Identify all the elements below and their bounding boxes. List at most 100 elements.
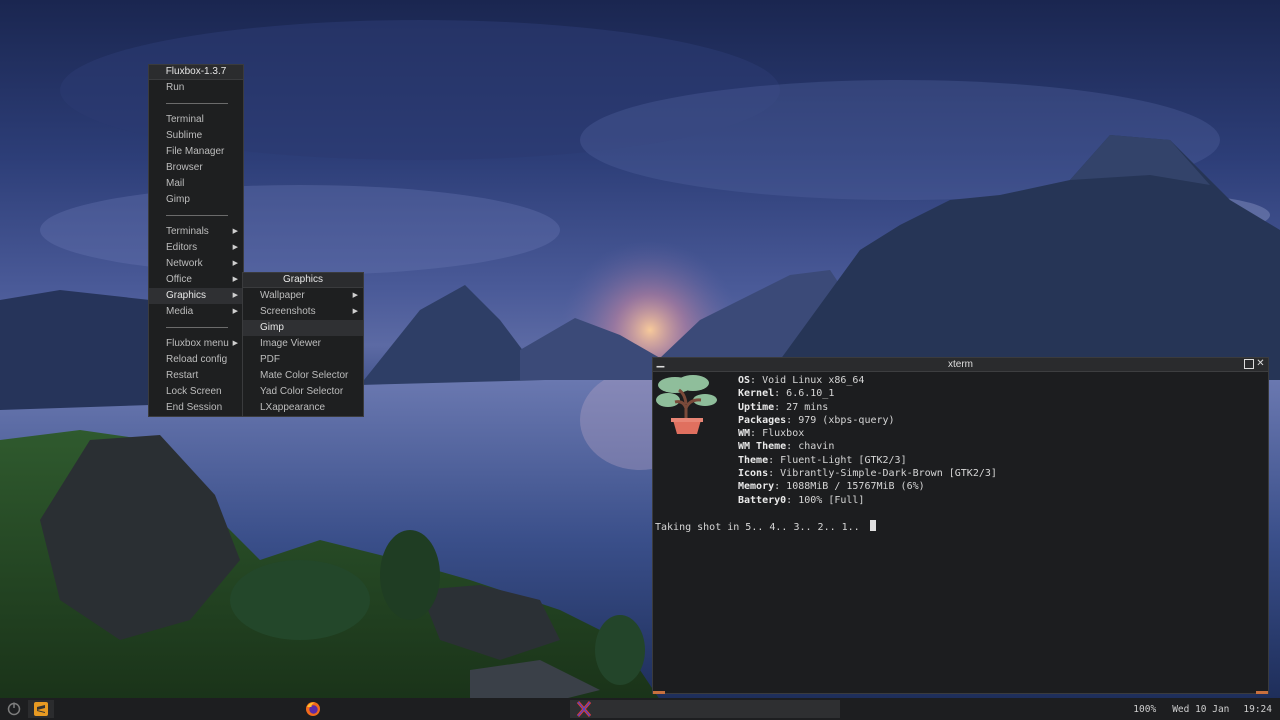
countdown-text: Taking shot in 5.. 4.. 3.. 2.. 1.. (655, 522, 866, 533)
graphics-menu-item-screenshots[interactable]: Screenshots ▶ (243, 304, 363, 320)
sysinfo-colon: : (786, 494, 799, 506)
menu-item-lock-screen[interactable]: Lock Screen (149, 384, 243, 400)
menu-separator (149, 208, 243, 224)
menu-item-mail[interactable]: Mail (149, 176, 243, 192)
sysinfo-line-icons: Icons: Vibrantly-Simple-Dark-Brown [GTK2… (738, 467, 997, 480)
power-icon[interactable] (5, 700, 23, 718)
menu-item-label: Lock Screen (166, 386, 222, 397)
sysinfo-line-wm: WM: Fluxbox (738, 427, 997, 440)
menu-item-label: File Manager (166, 146, 225, 157)
sysinfo-value: 1088MiB / 15767MiB (6%) (786, 481, 925, 493)
root-menu: Fluxbox-1.3.7 Run Terminal Sublime File Man… (148, 64, 244, 417)
taskbar: 100% Wed 10 Jan 19:24 (0, 698, 1280, 720)
close-icon[interactable]: ✕ (1256, 359, 1265, 369)
sublime-task-button[interactable] (28, 700, 54, 718)
sysinfo-key: OS (738, 375, 751, 386)
sysinfo-key: Icons (738, 468, 769, 480)
menu-item-label: Terminals (166, 226, 209, 237)
xterm-icon (576, 701, 592, 717)
menu-item-graphics[interactable]: Graphics ▶ (149, 288, 243, 304)
menu-item-label: Sublime (166, 130, 203, 141)
sysinfo-value: Fluxbox (762, 428, 805, 440)
sysinfo-line-battery0: Battery0: 100% [Full] (738, 494, 997, 507)
graphics-menu-item-gimp[interactable]: Gimp (243, 320, 363, 336)
menu-item-network[interactable]: Network ▶ (149, 256, 243, 272)
terminal-content[interactable]: OS: Void Linux x86_64 Kernel: 6.6.10_1 Upt… (655, 374, 1266, 689)
xterm-task-button[interactable] (570, 700, 840, 718)
firefox-task-button[interactable] (300, 700, 326, 718)
sysinfo-colon: : (786, 441, 799, 453)
sysinfo-colon: : (768, 468, 781, 480)
sysinfo-line-packages: Packages: 979 (xbps-query) (738, 414, 997, 427)
menu-item-file-manager[interactable]: File Manager (149, 144, 243, 160)
sysinfo-colon: : (768, 454, 781, 466)
graphics-menu-item-wallpaper[interactable]: Wallpaper ▶ (243, 288, 363, 304)
sysinfo-key: Battery0 (738, 494, 787, 506)
menu-item-editors[interactable]: Editors ▶ (149, 240, 243, 256)
sysinfo-value: chavin (798, 441, 835, 453)
menu-item-label: Mate Color Selector (260, 370, 349, 381)
graphics-menu-item-image-viewer[interactable]: Image Viewer (243, 336, 363, 352)
graphics-menu-item-mate-color-selector[interactable]: Mate Color Selector (243, 368, 363, 384)
menu-item-label: Reload config (166, 354, 228, 365)
sysinfo-key: Uptime (738, 401, 775, 413)
volume-level[interactable]: 100% (1133, 704, 1156, 715)
menu-item-run[interactable]: Run (149, 80, 243, 96)
sysinfo-colon: : (750, 428, 763, 440)
graphics-menu-item-yad-color-selector[interactable]: Yad Color Selector (243, 384, 363, 400)
sysinfo-key: Memory (738, 481, 775, 493)
menu-item-label: Gimp (260, 322, 284, 333)
sysinfo-colon: : (774, 388, 787, 400)
sysinfo-value: 979 (xbps-query) (798, 414, 895, 426)
menu-item-reload-config[interactable]: Reload config (149, 352, 243, 368)
menu-item-label: Yad Color Selector (260, 386, 344, 397)
menu-item-terminal[interactable]: Terminal (149, 112, 243, 128)
menu-item-terminals[interactable]: Terminals ▶ (149, 224, 243, 240)
menu-item-label: Terminal (166, 114, 204, 125)
sysinfo-line-kernel: Kernel: 6.6.10_1 (738, 387, 997, 400)
menu-item-label: Screenshots (260, 306, 316, 317)
menu-item-label: Image Viewer (260, 338, 321, 349)
menu-item-media[interactable]: Media ▶ (149, 304, 243, 320)
menu-item-label: Network (166, 258, 203, 269)
sysinfo-colon: : (786, 414, 799, 426)
submenu-arrow-icon: ▶ (232, 260, 238, 267)
sysinfo-value: 100% [Full] (798, 494, 865, 506)
menu-separator (149, 320, 243, 336)
graphics-menu-item-pdf[interactable]: PDF (243, 352, 363, 368)
menu-item-browser[interactable]: Browser (149, 160, 243, 176)
sysinfo-value: Vibrantly-Simple-Dark-Brown [GTK2/3] (780, 468, 997, 480)
menu-item-label: Graphics (166, 290, 207, 301)
graphics-submenu: Graphics Wallpaper ▶ Screenshots ▶ Gimp Image… (242, 272, 364, 417)
resize-handle-right[interactable] (1256, 691, 1268, 694)
root-menu-title: Fluxbox-1.3.7 (149, 65, 243, 80)
maximize-icon[interactable] (1244, 359, 1254, 369)
window-menu-icon[interactable]: ▁ (656, 358, 665, 368)
sysinfo-key: WM (738, 428, 751, 440)
terminal-prompt-line: Taking shot in 5.. 4.. 3.. 2.. 1.. (655, 520, 876, 533)
menu-item-fluxbox-menu[interactable]: Fluxbox menu ▶ (149, 336, 243, 352)
sysinfo-line-theme: Theme: Fluent-Light [GTK2/3] (738, 454, 997, 467)
xterm-titlebar[interactable]: xterm ▁ ✕ (653, 358, 1268, 372)
sysinfo-value: 6.6.10_1 (786, 388, 835, 400)
resize-handle-left[interactable] (653, 691, 665, 694)
taskbar-tasks (0, 698, 1280, 720)
submenu-arrow-icon: ▶ (352, 292, 358, 299)
menu-item-label: Mail (166, 178, 185, 189)
xterm-window[interactable]: xterm ▁ ✕ OS: Void Linux x86_64 Kernel: 6… (652, 357, 1269, 694)
menu-item-restart[interactable]: Restart (149, 368, 243, 384)
menu-item-end-session[interactable]: End Session (149, 400, 243, 416)
menu-item-gimp[interactable]: Gimp (149, 192, 243, 208)
sysinfo-colon: : (750, 375, 763, 386)
bonsai-logo-icon (656, 375, 717, 434)
sublime-icon (34, 702, 48, 716)
sysinfo-key: Packages (738, 414, 787, 426)
menu-item-sublime[interactable]: Sublime (149, 128, 243, 144)
sysinfo-key: Theme (738, 454, 769, 466)
submenu-arrow-icon: ▶ (232, 276, 238, 283)
graphics-menu-item-lxappearance[interactable]: LXappearance (243, 400, 363, 416)
sysinfo-value: Fluent-Light [GTK2/3] (780, 454, 907, 466)
menu-item-label: LXappearance (260, 402, 326, 413)
menu-item-office[interactable]: Office ▶ (149, 272, 243, 288)
menu-item-label: Wallpaper (260, 290, 305, 301)
